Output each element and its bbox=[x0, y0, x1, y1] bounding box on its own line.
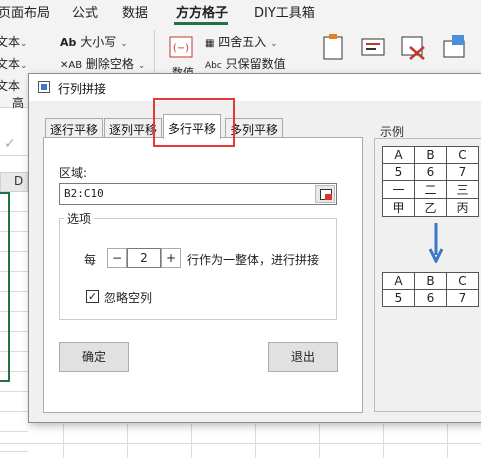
options-group bbox=[59, 218, 337, 320]
tab-data[interactable]: 数据 bbox=[122, 2, 148, 21]
ribbon-label-high: 高 bbox=[12, 96, 25, 110]
example-row: 567 bbox=[382, 289, 479, 307]
per-label: 每 bbox=[84, 253, 97, 267]
dialog-titlebar[interactable]: 行列拼接 bbox=[29, 74, 481, 101]
example-cell: 乙 bbox=[414, 198, 447, 217]
options-legend: 选项 bbox=[64, 210, 95, 227]
clipboard-icon[interactable] bbox=[320, 33, 346, 61]
edit-sheet-icon[interactable] bbox=[360, 33, 386, 61]
example-cell: 一 bbox=[382, 180, 415, 199]
increment-button[interactable]: + bbox=[161, 248, 181, 268]
batch-delete-icon[interactable] bbox=[400, 33, 426, 61]
case-button[interactable]: Ab 大小写 ⌄ bbox=[60, 33, 128, 50]
range-picker-icon[interactable] bbox=[315, 185, 335, 203]
example-cell: 5 bbox=[382, 163, 415, 181]
example-after-table: ABC567 bbox=[382, 272, 479, 307]
dialog-title: 行列拼接 bbox=[58, 82, 107, 96]
example-cell: 5 bbox=[382, 289, 415, 307]
tab-diy-toolbox[interactable]: DIY工具箱 bbox=[254, 2, 315, 21]
example-cell: 甲 bbox=[382, 198, 415, 217]
round-button[interactable]: ▦ 四舍五入 ⌄ bbox=[205, 33, 278, 50]
sheet-grid-bottom[interactable] bbox=[0, 424, 481, 458]
example-row: ABC bbox=[382, 272, 479, 290]
ok-button[interactable]: 确定 bbox=[59, 342, 129, 372]
example-cell: 7 bbox=[446, 163, 479, 181]
region-label: 区域: bbox=[59, 166, 88, 180]
ribbon-text-button-2[interactable]: 文本⌄ bbox=[0, 55, 28, 72]
example-cell: 6 bbox=[414, 289, 447, 307]
active-tab-indicator bbox=[174, 22, 228, 25]
skip-empty-checkbox[interactable]: ✓ bbox=[86, 290, 99, 303]
per-suffix-label: 行作为一整体，进行拼接 bbox=[187, 253, 320, 267]
example-before-table: ABC567一二三甲乙丙 bbox=[382, 146, 479, 217]
example-row: 一二三 bbox=[382, 180, 479, 199]
exit-button[interactable]: 退出 bbox=[268, 342, 338, 372]
merge-icon[interactable] bbox=[442, 33, 468, 61]
example-row: 567 bbox=[382, 163, 479, 181]
numeric-icon[interactable]: (−) bbox=[168, 33, 194, 61]
row-count-input[interactable]: 2 bbox=[127, 248, 161, 268]
example-cell: C bbox=[446, 272, 479, 290]
highlight-box bbox=[153, 98, 235, 147]
skip-empty-label[interactable]: 忽略空列 bbox=[104, 289, 152, 306]
region-input[interactable]: B2:C10 bbox=[59, 183, 337, 205]
ribbon-text-button-3[interactable]: 文本 bbox=[0, 77, 20, 94]
example-cell: 7 bbox=[446, 289, 479, 307]
tab-fangfang[interactable]: 方方格子 bbox=[176, 2, 228, 21]
tab-page-layout[interactable]: 页面布局 bbox=[0, 2, 50, 21]
arrow-down-icon bbox=[429, 223, 443, 263]
svg-text:(−): (−) bbox=[173, 43, 189, 54]
example-cell: 三 bbox=[446, 180, 479, 199]
example-cell: 二 bbox=[414, 180, 447, 199]
confirm-icon[interactable]: ✓ bbox=[4, 136, 16, 152]
column-d-label[interactable]: D bbox=[14, 174, 23, 188]
example-cell: C bbox=[446, 146, 479, 164]
tab-row-shift[interactable]: 逐行平移 bbox=[45, 118, 104, 138]
ribbon-text-button[interactable]: 文本⌄ bbox=[0, 33, 28, 50]
remove-space-button[interactable]: ✕AB 删除空格 ⌄ bbox=[60, 55, 145, 72]
example-cell: 6 bbox=[414, 163, 447, 181]
example-row: 甲乙丙 bbox=[382, 198, 479, 217]
keep-number-button[interactable]: Abc 只保留数值 bbox=[205, 55, 286, 72]
example-cell: A bbox=[382, 146, 415, 164]
tab-panel: 区域: B2:C10 选项 每 − 2 + 行作为一整体，进行拼接 ✓ 忽略空列… bbox=[43, 137, 363, 413]
decrement-button[interactable]: − bbox=[107, 248, 127, 268]
example-cell: B bbox=[414, 146, 447, 164]
tab-formulas[interactable]: 公式 bbox=[72, 2, 98, 21]
example-cell: B bbox=[414, 272, 447, 290]
selected-range bbox=[0, 192, 10, 382]
example-row: ABC bbox=[382, 146, 479, 164]
app-icon bbox=[38, 81, 50, 93]
example-cell: 丙 bbox=[446, 198, 479, 217]
example-cell: A bbox=[382, 272, 415, 290]
